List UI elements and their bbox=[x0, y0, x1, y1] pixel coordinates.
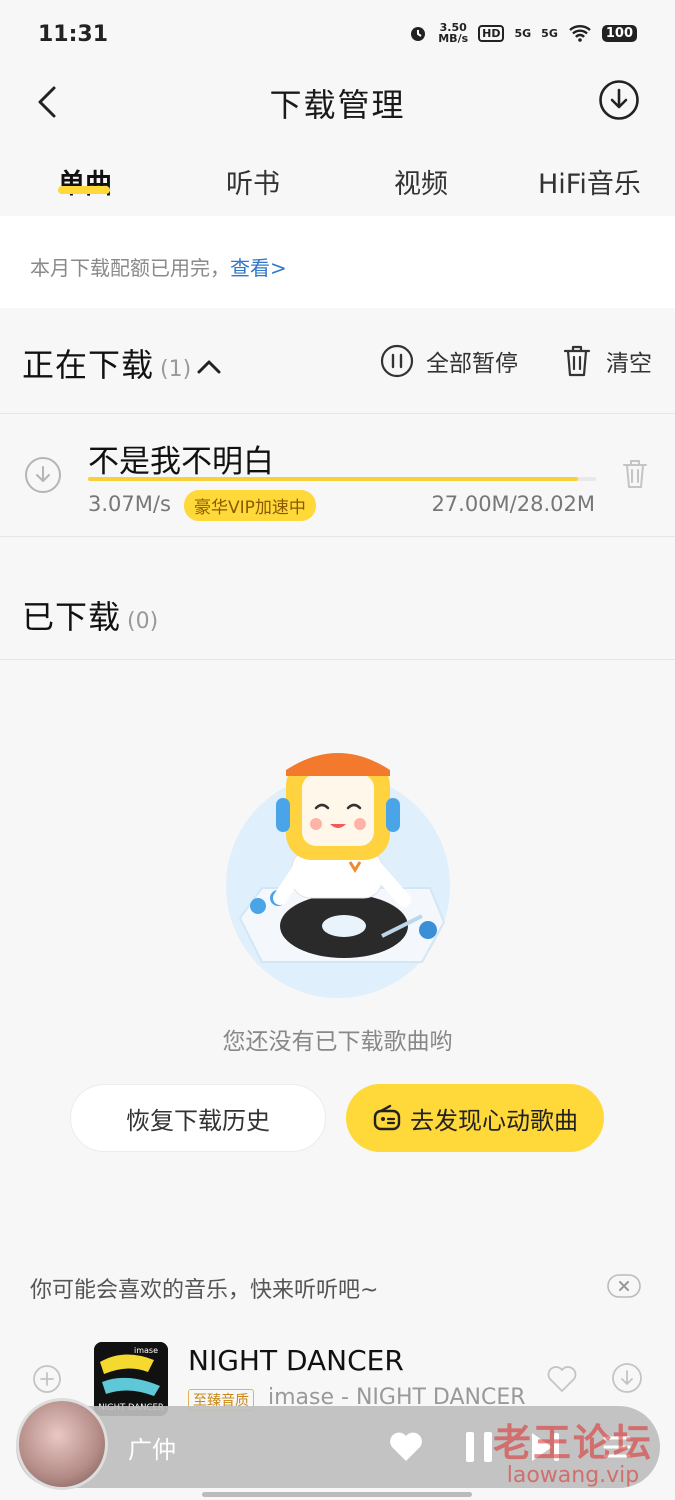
close-icon[interactable] bbox=[607, 1274, 641, 1298]
downloading-count: (1) bbox=[160, 357, 192, 382]
delete-icon[interactable] bbox=[621, 458, 649, 490]
page-title: 下载管理 bbox=[269, 86, 406, 124]
clear-button[interactable]: 清空 bbox=[562, 344, 652, 378]
quota-view-link[interactable]: 查看> bbox=[230, 256, 287, 280]
wifi-icon bbox=[569, 25, 591, 42]
download-icon[interactable] bbox=[611, 1362, 643, 1394]
download-size: 27.00M/28.02M bbox=[431, 492, 595, 516]
album-cover[interactable]: imase NIGHT DANCER bbox=[94, 1342, 168, 1416]
restore-history-label: 恢复下载历史 bbox=[126, 1106, 270, 1135]
divider bbox=[0, 659, 675, 660]
pause-all-label: 全部暂停 bbox=[426, 351, 518, 377]
heart-icon[interactable] bbox=[546, 1364, 578, 1394]
vip-boost-badge: 豪华VIP加速中 bbox=[184, 490, 316, 521]
download-circle-icon[interactable] bbox=[597, 78, 641, 122]
tab-audiobooks[interactable]: 听书 bbox=[226, 162, 280, 201]
tab-bar: 单曲 听书 视频 HiFi音乐 bbox=[0, 140, 675, 216]
download-speed: 3.07M/s bbox=[88, 492, 171, 516]
status-icons: 3.50 MB/s HD 5G 5G 100 bbox=[408, 22, 637, 44]
net-speed: 3.50 MB/s bbox=[438, 21, 469, 45]
downloading-title: 正在下载 (1) bbox=[22, 346, 192, 384]
home-indicator bbox=[202, 1492, 472, 1497]
player-cover[interactable] bbox=[16, 1398, 108, 1490]
quota-text: 本月下载配额已用完， bbox=[30, 256, 230, 280]
pause-circle-icon bbox=[380, 344, 414, 378]
empty-state-text: 您还没有已下载歌曲哟 bbox=[222, 1029, 453, 1055]
like-icon[interactable] bbox=[388, 1430, 424, 1464]
radio-icon bbox=[373, 1104, 401, 1131]
discover-songs-label: 去发现心动歌曲 bbox=[410, 1106, 578, 1135]
add-icon[interactable] bbox=[32, 1364, 62, 1394]
alarm-icon bbox=[411, 27, 426, 41]
pause-all-button[interactable]: 全部暂停 bbox=[380, 344, 518, 378]
tab-hifi[interactable]: HiFi音乐 bbox=[538, 162, 641, 201]
chevron-up-icon[interactable] bbox=[196, 357, 222, 377]
download-item[interactable]: 不是我不明白 3.07M/s 豪华VIP加速中 27.00M/28.02M bbox=[0, 414, 675, 536]
player-artist: 广仲 bbox=[128, 1436, 176, 1464]
recommend-title: 你可能会喜欢的音乐，快来听听吧~ bbox=[30, 1278, 379, 1303]
signal-icon: 5G bbox=[514, 26, 532, 40]
battery-icon: 100 bbox=[601, 24, 637, 42]
clear-label: 清空 bbox=[606, 351, 652, 377]
download-progress-track bbox=[88, 477, 596, 481]
downloaded-count: (0) bbox=[127, 609, 159, 634]
pause-icon[interactable] bbox=[462, 1430, 496, 1464]
status-bar: 11:31 3.50 MB/s HD 5G 5G 100 bbox=[0, 0, 675, 70]
watermark: 老王论坛 laowang.vip bbox=[492, 1421, 653, 1488]
restore-history-button[interactable]: 恢复下载历史 bbox=[70, 1084, 326, 1152]
divider bbox=[0, 536, 675, 537]
header: 下载管理 bbox=[0, 70, 675, 140]
empty-state-illustration bbox=[226, 753, 450, 998]
downloaded-title: 已下载 (0) bbox=[22, 598, 159, 636]
signal-icon-2: 5G bbox=[541, 26, 558, 40]
tab-singles[interactable]: 单曲 bbox=[58, 162, 112, 201]
tab-active-indicator bbox=[58, 186, 110, 194]
tab-videos[interactable]: 视频 bbox=[394, 162, 448, 201]
cover-brand: imase bbox=[134, 1346, 158, 1355]
download-status-icon bbox=[25, 457, 61, 493]
trash-icon bbox=[563, 345, 591, 377]
download-progress-fill bbox=[88, 477, 578, 481]
discover-songs-button[interactable]: 去发现心动歌曲 bbox=[346, 1084, 604, 1152]
quota-notice: 本月下载配额已用完，查看> bbox=[0, 216, 675, 308]
status-time: 11:31 bbox=[38, 22, 109, 47]
download-song-title: 不是我不明白 bbox=[88, 444, 274, 480]
recommend-song-title: NIGHT DANCER bbox=[188, 1344, 404, 1377]
hd-icon: HD bbox=[478, 24, 505, 42]
